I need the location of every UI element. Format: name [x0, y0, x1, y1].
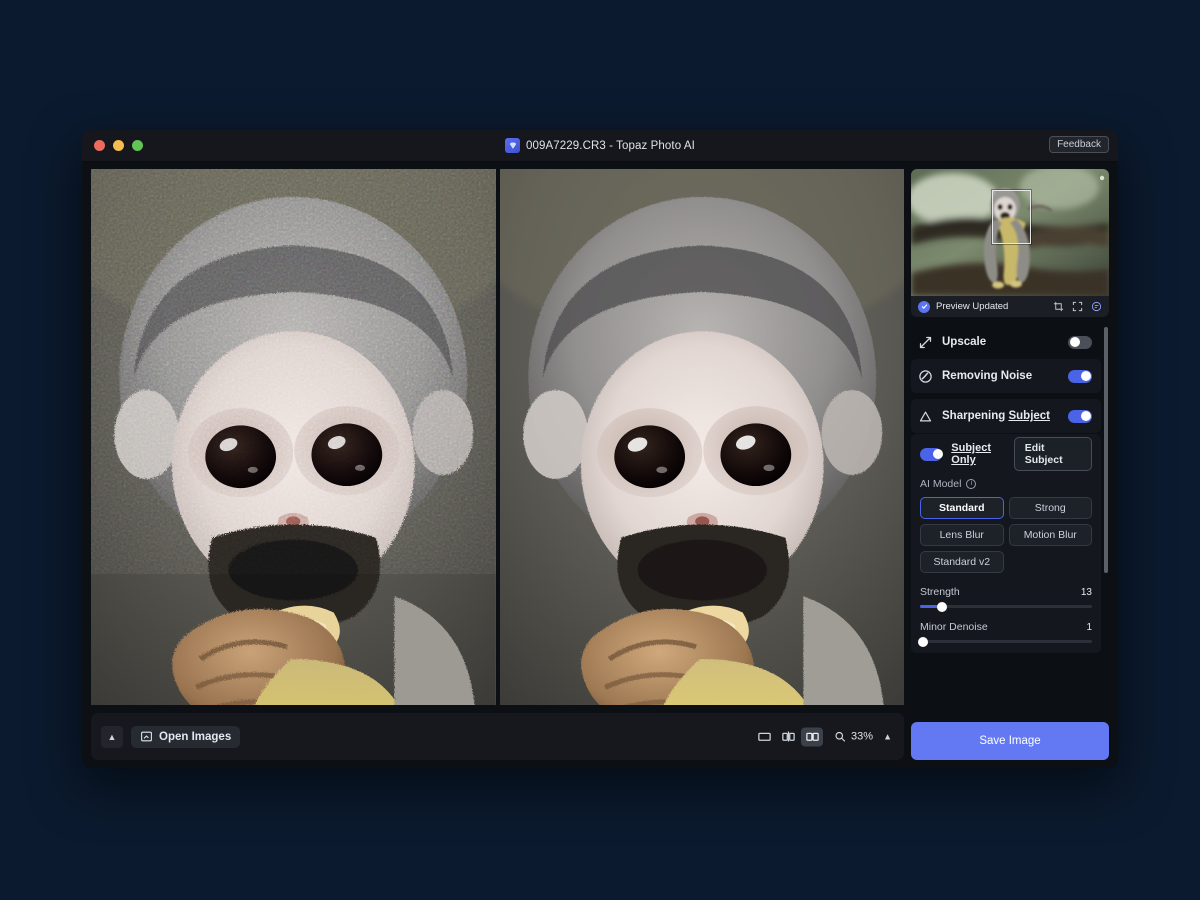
window-body: ▲ Open Images 33% ▲ Preview Updated Upsc… [82, 162, 1118, 768]
preview-status-label: Preview Updated [936, 301, 1009, 312]
right-settings-panel: Preview Updated Upscale Removing Noise S… [904, 162, 1118, 768]
edit-subject-button[interactable]: Edit Subject [1013, 437, 1092, 471]
info-icon[interactable]: i [966, 479, 977, 489]
feature-label-removing-noise: Removing Noise [942, 370, 1033, 382]
preview-status-bar: Preview Updated [911, 296, 1109, 317]
window-controls[interactable] [82, 140, 143, 151]
slider-value-strength: 13 [1080, 587, 1092, 598]
open-images-label: Open Images [159, 730, 232, 743]
model-button-motion-blur[interactable]: Motion Blur [1008, 524, 1092, 546]
upscale-arrows-icon [919, 336, 932, 348]
slider-knob-minor-denoise[interactable] [917, 636, 928, 647]
sharpening-options-panel: Subject Only Edit Subject AI Model i Sta… [911, 434, 1101, 653]
feature-row-sharpening[interactable]: Sharpening Subject [911, 399, 1101, 433]
processed-image-pane[interactable] [499, 169, 904, 705]
check-circle-icon [918, 300, 930, 313]
slider-track-minor-denoise[interactable] [917, 636, 1092, 647]
ai-model-label: AI Model [920, 478, 962, 490]
open-image-icon [141, 731, 152, 742]
model-button-standard-v2[interactable]: Standard v2 [920, 551, 1004, 573]
topaz-gem-icon [505, 138, 521, 153]
app-window: 009A7229.CR3 - Topaz Photo AI Feedback ▲… [82, 130, 1118, 768]
slider-track-strength[interactable] [920, 601, 1092, 612]
viewer-column: ▲ Open Images 33% ▲ [82, 162, 904, 768]
subject-only-label[interactable]: Subject Only [951, 442, 1013, 466]
feature-row-removing-noise[interactable]: Removing Noise [911, 359, 1101, 393]
feedback-button[interactable]: Feedback [1049, 136, 1109, 153]
preview-thumbnail-card[interactable]: Preview Updated [911, 169, 1109, 317]
preview-tools [1053, 301, 1102, 312]
slider-value-minor-denoise: 1 [1086, 622, 1092, 633]
sharpening-target-link[interactable]: Subject [1008, 410, 1050, 422]
desktop-background: 009A7229.CR3 - Topaz Photo AI Feedback ▲… [0, 0, 1200, 900]
window-title: 009A7229.CR3 - Topaz Photo AI [526, 139, 695, 152]
save-image-button[interactable]: Save Image [911, 722, 1109, 760]
single-pane-icon[interactable] [753, 727, 775, 746]
face-compare-icon[interactable] [1091, 301, 1102, 312]
sharpen-triangle-icon [919, 411, 932, 421]
view-mode-group: 33% ▲ [753, 727, 892, 746]
chevron-up-icon[interactable]: ▲ [101, 725, 123, 748]
zoom-level-label: 33% [851, 730, 874, 743]
settings-scroll-area: Upscale Removing Noise Sharpening Subjec… [911, 325, 1109, 714]
crop-icon[interactable] [1053, 301, 1064, 312]
model-button-standard[interactable]: Standard [920, 497, 1004, 519]
open-images-button[interactable]: Open Images [131, 725, 241, 748]
toggle-upscale[interactable] [1068, 335, 1092, 349]
zoom-chevron-up-icon[interactable]: ▲ [883, 732, 892, 742]
feature-row-upscale[interactable]: Upscale [911, 325, 1101, 359]
scrollbar-thumb[interactable] [1104, 327, 1108, 574]
original-image-pane[interactable] [91, 169, 496, 705]
window-title-group: 009A7229.CR3 - Topaz Photo AI [82, 130, 1118, 161]
model-button-strong[interactable]: Strong [1008, 497, 1092, 519]
toggle-sharpening[interactable] [1068, 409, 1092, 423]
denoise-circle-icon [919, 369, 932, 383]
ai-model-header: AI Model i [920, 478, 1092, 490]
title-bar: 009A7229.CR3 - Topaz Photo AI Feedback [82, 130, 1118, 162]
side-by-side-icon[interactable] [801, 727, 824, 746]
slider-label-minor-denoise: Minor Denoise [920, 621, 988, 633]
ai-model-grid: Standard Strong Lens Blur Motion Blur St… [920, 497, 1092, 573]
viewport-selector[interactable] [992, 190, 1031, 244]
slider-knob-strength[interactable] [937, 601, 948, 612]
model-button-lens-blur[interactable]: Lens Blur [920, 524, 1004, 546]
split-pane-icon[interactable] [777, 727, 799, 746]
slider-label-strength: Strength [920, 586, 960, 598]
close-button[interactable] [94, 140, 105, 151]
bottom-toolbar: ▲ Open Images 33% ▲ [91, 713, 904, 760]
fullscreen-icon[interactable] [1072, 301, 1083, 312]
slider-minor-denoise: Minor Denoise 1 [917, 621, 1092, 647]
magnifier-icon [835, 731, 846, 742]
feature-label-upscale: Upscale [942, 336, 987, 348]
maximize-button[interactable] [132, 140, 143, 151]
subject-only-row: Subject Only Edit Subject [920, 437, 1092, 471]
zoom-control[interactable]: 33% [834, 731, 873, 743]
settings-scrollbar[interactable] [1104, 327, 1108, 712]
toggle-removing-noise[interactable] [1068, 369, 1092, 383]
feature-label-sharpening: Sharpening Subject [942, 410, 1051, 422]
slider-strength: Strength 13 [920, 586, 1092, 612]
toggle-subject-only[interactable] [920, 447, 943, 461]
image-comparison-canvas [91, 169, 904, 705]
minimize-button[interactable] [113, 140, 124, 151]
